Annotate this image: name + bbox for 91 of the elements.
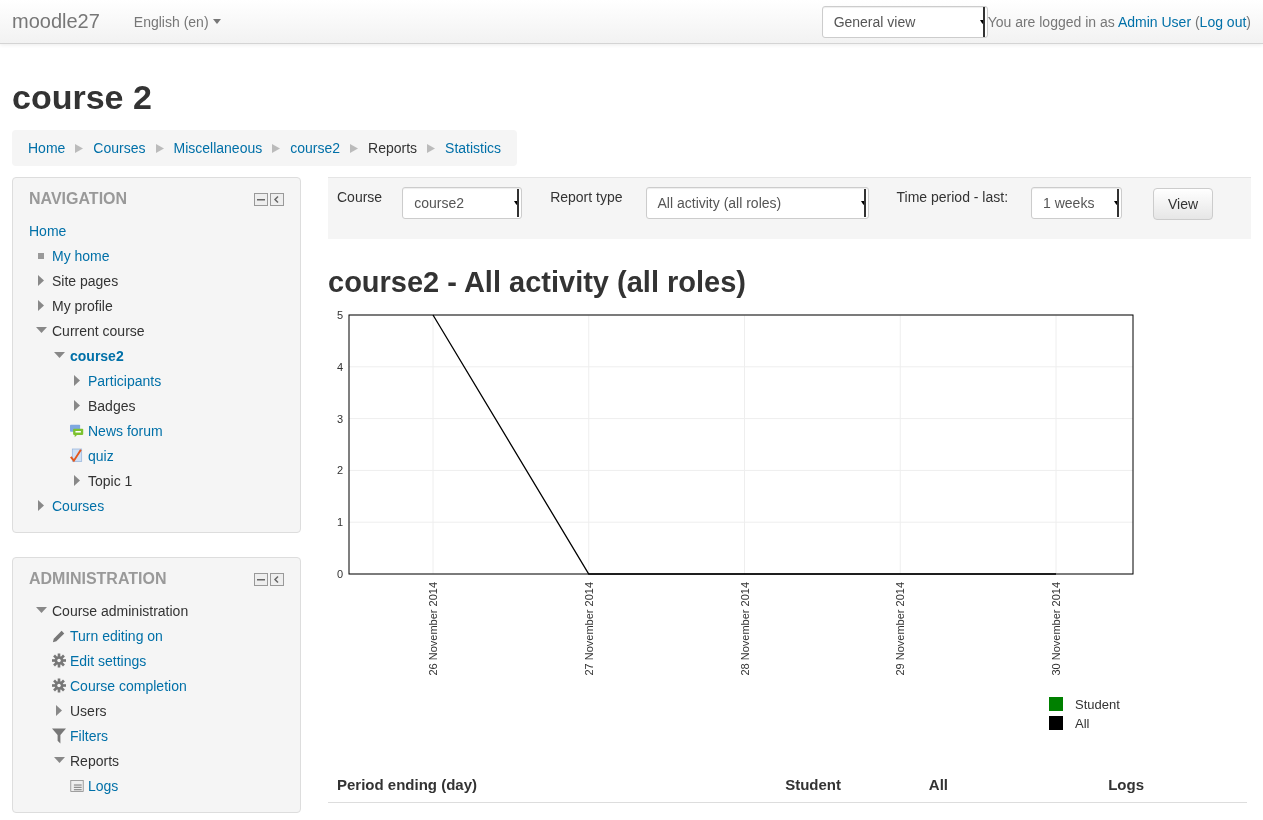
report-icon [70, 777, 84, 794]
nav-link[interactable]: Turn editing on [70, 627, 163, 644]
minimize-icon[interactable] [254, 192, 268, 206]
y-tick-label: 3 [336, 412, 343, 425]
breadcrumb-link[interactable]: Courses [93, 140, 146, 156]
nav-item[interactable]: My profile [52, 297, 113, 314]
y-tick-label: 4 [336, 360, 343, 373]
user-link[interactable]: Admin User [1117, 13, 1192, 30]
caret-icon[interactable] [514, 201, 518, 205]
block-title: NAVIGATION [29, 190, 128, 208]
y-tick-label: 1 [336, 516, 343, 529]
bullet-icon [38, 252, 44, 259]
view-button[interactable]: View [1153, 188, 1214, 220]
collapsed-arrow-icon[interactable] [55, 705, 63, 716]
breadcrumb-link[interactable]: Statistics [445, 140, 502, 156]
y-tick-label: 0 [336, 568, 343, 580]
nav-item[interactable]: Reports [70, 752, 120, 769]
view-select[interactable]: General view [821, 5, 988, 38]
breadcrumb-link[interactable]: course2 [290, 140, 341, 156]
separator-icon [272, 143, 281, 153]
expanded-arrow-icon[interactable] [53, 757, 65, 764]
quiz-icon [70, 446, 84, 465]
nav-link[interactable]: Course completion [70, 677, 187, 694]
x-tick-label: 30 November 2014 [1050, 582, 1062, 676]
nav-link[interactable]: Participants [88, 372, 162, 389]
column-header: Logs [1107, 776, 1144, 793]
nav-item[interactable]: Site pages [52, 272, 119, 289]
nav-link[interactable]: Home [29, 222, 67, 239]
nav-item[interactable]: Course administration [52, 602, 189, 619]
nav-link[interactable]: Logs [88, 777, 119, 794]
separator-icon [350, 143, 359, 153]
filter-select[interactable]: 1 weeks [1031, 187, 1123, 219]
breadcrumb-link[interactable]: Home [28, 140, 66, 156]
report-title: course2 - All activity (all roles) [328, 266, 747, 299]
x-tick-label: 29 November 2014 [894, 582, 907, 676]
column-header: All [927, 776, 948, 793]
collapsed-arrow-icon[interactable] [73, 475, 81, 486]
site-name[interactable]: moodle27 [12, 10, 100, 33]
y-tick-label: 5 [336, 309, 343, 321]
breadcrumb-link[interactable]: Miscellaneous [173, 140, 263, 156]
y-tick-label: 2 [336, 464, 343, 477]
separator-icon [75, 143, 84, 153]
expanded-arrow-icon[interactable] [35, 327, 47, 334]
forum-icon [70, 422, 84, 439]
caret-icon[interactable] [860, 201, 864, 205]
collapsed-arrow-icon[interactable] [73, 375, 81, 386]
collapsed-arrow-icon[interactable] [73, 400, 81, 411]
x-tick-label: 27 November 2014 [582, 582, 595, 676]
nav-link[interactable]: Courses [52, 497, 105, 514]
page-title: course 2 [12, 78, 153, 117]
nav-item[interactable]: Badges [88, 397, 136, 414]
nav-item[interactable]: Topic 1 [88, 472, 133, 489]
dock-icon[interactable] [270, 192, 284, 206]
filter-label: Course [337, 189, 383, 205]
legend-label: All [1075, 716, 1090, 731]
separator-icon [155, 143, 164, 153]
filter-icon [52, 727, 66, 744]
expanded-arrow-icon[interactable] [35, 607, 47, 614]
language-menu[interactable]: English (en) [133, 13, 221, 30]
nav-link[interactable]: course2 [70, 347, 124, 364]
filter-label: Time period - last: [896, 189, 1009, 205]
nav-link[interactable]: Filters [70, 727, 109, 744]
separator-icon [427, 143, 436, 153]
column-header: Period ending (day) [337, 776, 478, 793]
gear-icon [52, 653, 66, 668]
x-tick-label: 28 November 2014 [738, 582, 751, 676]
login-info: You are logged in as Admin User (Log out) [987, 13, 1251, 30]
filter-select[interactable]: course2 [402, 187, 523, 219]
legend-label: Student [1075, 697, 1120, 712]
nav-link[interactable]: Edit settings [70, 652, 147, 669]
block-title: ADMINISTRATION [29, 570, 167, 588]
filter-label: Report type [550, 189, 623, 205]
column-header: Student [784, 776, 841, 793]
minimize-icon[interactable] [254, 572, 268, 586]
dock-icon[interactable] [270, 572, 284, 586]
logout-link[interactable]: Log out [1199, 13, 1247, 30]
collapsed-arrow-icon[interactable] [37, 500, 45, 511]
breadcrumb-item[interactable]: Reports [368, 140, 418, 156]
nav-item[interactable]: Users [70, 702, 107, 719]
x-tick-label: 26 November 2014 [427, 582, 439, 676]
nav-link[interactable]: News forum [88, 422, 163, 439]
nav-item[interactable]: Current course [52, 322, 145, 339]
gear-icon [52, 678, 66, 693]
caret-icon[interactable] [1114, 201, 1118, 205]
collapsed-arrow-icon[interactable] [37, 275, 45, 286]
nav-link[interactable]: quiz [88, 447, 114, 464]
expanded-arrow-icon[interactable] [53, 352, 65, 359]
caret-icon[interactable] [979, 19, 983, 24]
filter-select[interactable]: All activity (all roles) [645, 187, 869, 219]
nav-link[interactable]: My home [52, 247, 110, 264]
collapsed-arrow-icon[interactable] [37, 300, 45, 311]
